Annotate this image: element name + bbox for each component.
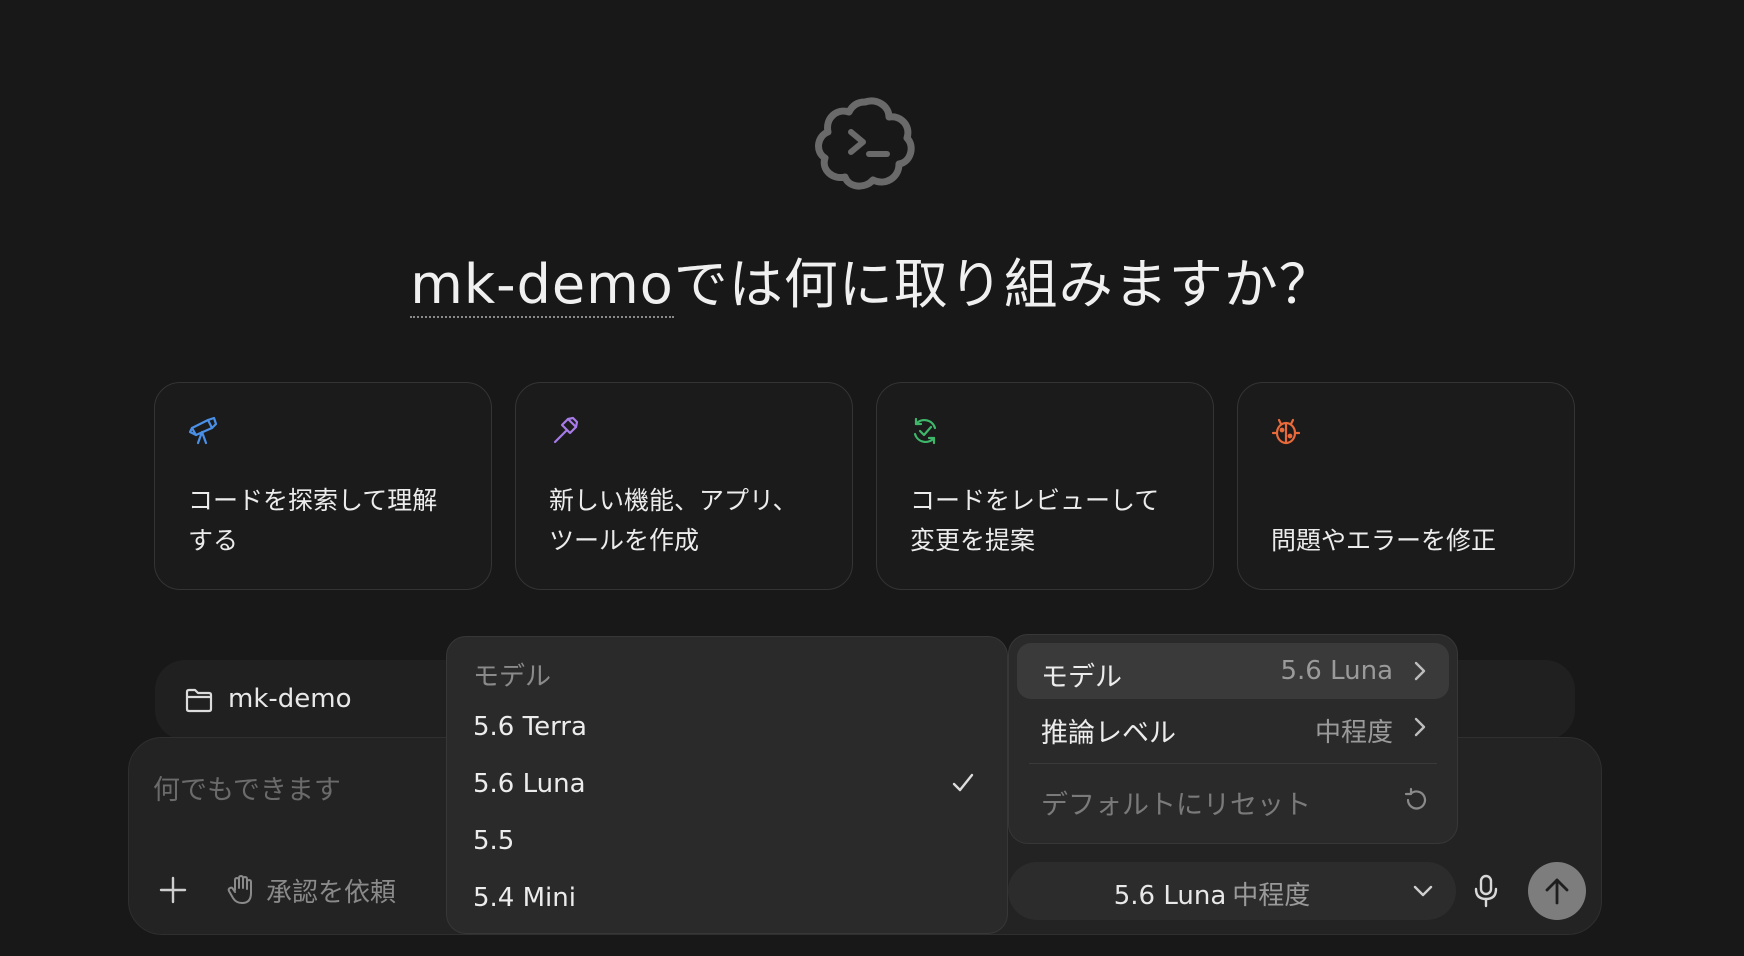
selected-model-label: 5.6 Luna bbox=[1113, 881, 1227, 911]
suggestion-card-label: コードをレビューして 変更を提案 bbox=[910, 486, 1160, 555]
microphone-icon bbox=[1474, 874, 1498, 908]
suggestion-card-label: 新しい機能、アプリ、 ツールを作成 bbox=[549, 486, 798, 555]
chevron-right-icon bbox=[1413, 660, 1427, 682]
plus-icon bbox=[159, 876, 187, 904]
model-option-5-5[interactable]: 5.5 bbox=[459, 813, 995, 869]
suggestion-card-build[interactable]: 新しい機能、アプリ、 ツールを作成 bbox=[515, 382, 853, 590]
approval-mode-label: 承認を依頼 bbox=[266, 877, 397, 908]
microphone-button[interactable] bbox=[1470, 874, 1502, 908]
model-settings-menu: モデル 5.6 Luna 推論レベル 中程度 デフォルトにリセット bbox=[1008, 634, 1458, 844]
settings-row-reasoning[interactable]: 推論レベル 中程度 bbox=[1017, 699, 1449, 755]
menu-divider bbox=[1029, 763, 1437, 764]
chevron-right-icon bbox=[1413, 716, 1427, 738]
reset-to-default-button[interactable]: デフォルトにリセット bbox=[1017, 771, 1449, 827]
workspace-folder-label[interactable]: mk-demo bbox=[228, 684, 352, 714]
refresh-check-icon bbox=[910, 416, 940, 446]
model-option-5-6-terra[interactable]: 5.6 Terra bbox=[459, 699, 995, 755]
selected-effort-label: 中程度 bbox=[1232, 881, 1311, 911]
add-attachment-button[interactable] bbox=[155, 872, 191, 908]
model-dropdown: モデル 5.6 Terra 5.6 Luna 5.5 5.4 Mini bbox=[446, 636, 1008, 934]
suggestion-card-review[interactable]: コードをレビューして 変更を提案 bbox=[876, 382, 1214, 590]
model-option-5-4-mini[interactable]: 5.4 Mini bbox=[459, 870, 995, 926]
bug-icon bbox=[1271, 416, 1301, 446]
telescope-icon bbox=[188, 416, 218, 446]
model-menu-header: モデル bbox=[473, 662, 552, 692]
arrow-up-icon bbox=[1545, 878, 1569, 905]
model-selector-button[interactable]: 5.6 Luna 中程度 bbox=[1008, 862, 1456, 920]
suggestion-card-explore[interactable]: コードを探索して理解 する bbox=[154, 382, 492, 590]
hammer-icon bbox=[549, 416, 579, 446]
project-name[interactable]: mk-demo bbox=[410, 253, 674, 318]
reset-icon bbox=[1403, 787, 1429, 813]
hand-icon bbox=[227, 875, 252, 904]
suggestion-card-fix[interactable]: 問題やエラーを修正 bbox=[1237, 382, 1575, 590]
suggestion-card-label: コードを探索して理解 する bbox=[188, 486, 438, 555]
folder-icon bbox=[185, 687, 213, 713]
send-button[interactable] bbox=[1528, 862, 1586, 920]
suggestion-card-label: 問題やエラーを修正 bbox=[1271, 526, 1497, 555]
checkmark-icon bbox=[951, 772, 975, 794]
page-title: mk-demoでは何に取り組みますか？ bbox=[0, 240, 1744, 319]
chevron-down-icon bbox=[1412, 882, 1434, 900]
page-title-text: では何に取り組みますか？ bbox=[673, 253, 1334, 316]
settings-row-model[interactable]: モデル 5.6 Luna bbox=[1017, 643, 1449, 699]
prompt-input[interactable]: 何でもできます bbox=[153, 768, 341, 807]
model-option-5-6-luna[interactable]: 5.6 Luna bbox=[459, 756, 995, 812]
app-logo-icon bbox=[813, 90, 917, 194]
approval-mode-button[interactable]: 承認を依頼 bbox=[226, 872, 396, 908]
